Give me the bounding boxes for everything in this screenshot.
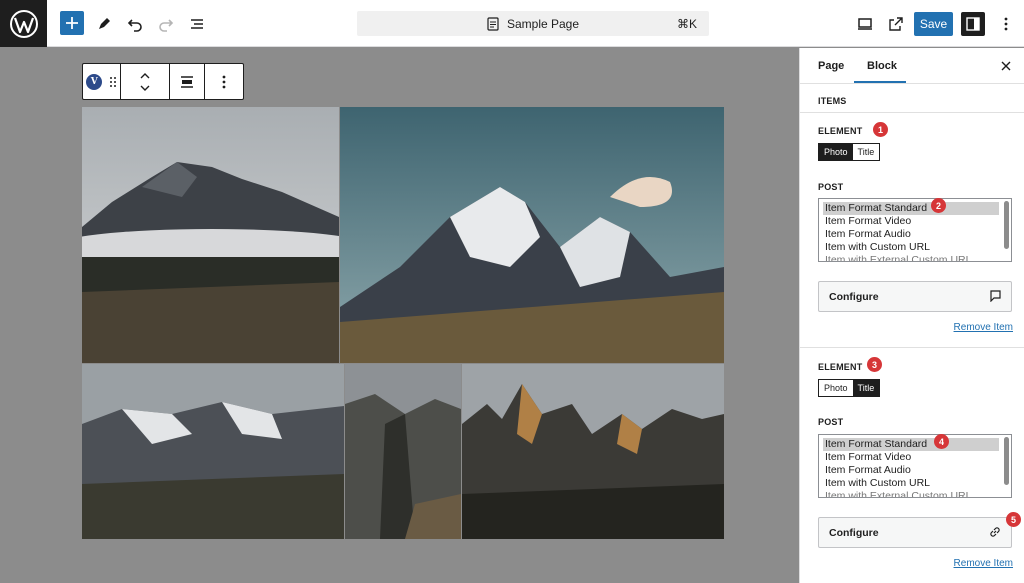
divider xyxy=(800,347,1024,348)
photo-gallery[interactable] xyxy=(82,107,724,539)
redo-button[interactable] xyxy=(153,11,178,36)
gallery-photo[interactable] xyxy=(82,107,339,363)
tab-page[interactable]: Page xyxy=(818,60,844,72)
gallery-photo[interactable] xyxy=(340,107,724,363)
post-option[interactable]: Item Format Video xyxy=(825,215,1005,228)
more-vertical-icon xyxy=(222,75,226,88)
list-view-icon xyxy=(190,18,203,29)
undo-icon xyxy=(127,18,142,32)
post-label: POST xyxy=(818,182,844,192)
post-option[interactable]: Item Format Standard xyxy=(823,202,999,215)
document-title: Sample Page xyxy=(506,16,580,31)
divider xyxy=(800,112,1024,113)
element-toggle: Photo Title xyxy=(818,379,881,397)
chevron-up-icon[interactable] xyxy=(140,72,150,79)
gallery-photo[interactable] xyxy=(345,364,461,539)
remove-item-link[interactable]: Remove Item xyxy=(954,322,1013,333)
add-block-button[interactable] xyxy=(60,11,84,35)
section-title: ITEMS xyxy=(818,96,847,106)
undo-button[interactable] xyxy=(122,11,147,36)
step-badge: 2 xyxy=(931,198,946,213)
post-option[interactable]: Item with External Custom URL xyxy=(825,490,1005,497)
settings-sidebar: Page Block ITEMS ELEMENT 1 Photo Title P… xyxy=(799,48,1024,583)
post-option[interactable]: Item with Custom URL xyxy=(825,241,1005,254)
post-select[interactable]: Item Format Standard Item Format Video I… xyxy=(818,198,1012,262)
configure-label: Configure xyxy=(829,290,879,303)
redo-icon xyxy=(158,18,173,32)
post-select[interactable]: Item Format Standard Item Format Video I… xyxy=(818,434,1012,498)
desktop-icon xyxy=(857,17,872,30)
element-label: ELEMENT xyxy=(818,362,863,372)
listbox-scrollbar[interactable] xyxy=(1004,201,1009,249)
save-button[interactable]: Save xyxy=(914,12,953,36)
view-page-button[interactable] xyxy=(883,11,908,36)
step-badge: 1 xyxy=(873,122,888,137)
post-label: POST xyxy=(818,417,844,427)
sidebar-tabs: Page Block xyxy=(800,48,1024,84)
block-settings-panel: ITEMS ELEMENT 1 Photo Title POST Item Fo… xyxy=(800,84,1024,583)
preview-button[interactable] xyxy=(852,11,877,36)
post-option[interactable]: Item Format Standard xyxy=(823,438,999,451)
close-icon xyxy=(1001,61,1011,71)
align-icon xyxy=(181,75,194,88)
active-tab-indicator xyxy=(854,81,906,83)
configure-label: Configure xyxy=(829,526,879,539)
chevron-down-icon[interactable] xyxy=(140,85,150,91)
step-badge: 4 xyxy=(934,434,949,449)
command-palette-bar[interactable]: Sample Page ⌘K xyxy=(357,11,709,36)
block-type-button[interactable]: V xyxy=(83,64,121,99)
post-option[interactable]: Item Format Video xyxy=(825,451,1005,464)
tab-block[interactable]: Block xyxy=(867,60,897,72)
align-button[interactable] xyxy=(170,64,206,99)
post-option[interactable]: Item Format Audio xyxy=(825,228,1005,241)
plus-icon xyxy=(66,17,78,29)
wordpress-logo-icon[interactable] xyxy=(0,0,47,47)
link-icon xyxy=(989,526,1001,538)
element-option-photo[interactable]: Photo xyxy=(819,380,853,396)
remove-item-link[interactable]: Remove Item xyxy=(954,558,1013,569)
sidebar-icon xyxy=(966,17,980,31)
gallery-photo[interactable] xyxy=(462,364,724,539)
options-menu-button[interactable] xyxy=(993,11,1018,36)
comment-icon xyxy=(989,290,1001,302)
editor-header: Sample Page ⌘K Save xyxy=(0,0,1024,47)
gallery-photo[interactable] xyxy=(82,364,344,539)
element-label: ELEMENT xyxy=(818,126,863,136)
element-option-title[interactable]: Title xyxy=(852,380,880,396)
move-buttons[interactable] xyxy=(121,64,170,99)
element-option-title[interactable]: Title xyxy=(852,144,880,160)
block-toolbar: V xyxy=(82,63,244,100)
post-option[interactable]: Item with Custom URL xyxy=(825,477,1005,490)
step-badge: 5 xyxy=(1006,512,1021,527)
configure-button[interactable]: Configure xyxy=(818,281,1012,312)
shortcut-hint: ⌘K xyxy=(676,16,697,31)
post-option[interactable]: Item Format Audio xyxy=(825,464,1005,477)
listbox-scrollbar[interactable] xyxy=(1004,437,1009,485)
post-option[interactable]: Item with External Custom URL xyxy=(825,254,1005,261)
step-badge: 3 xyxy=(867,357,882,372)
list-view-button[interactable] xyxy=(184,11,209,36)
document-icon xyxy=(487,16,499,31)
more-vertical-icon xyxy=(1004,17,1007,30)
pen-icon xyxy=(98,17,110,29)
block-options-button[interactable] xyxy=(205,64,243,99)
tools-button[interactable] xyxy=(91,11,116,36)
external-link-icon xyxy=(888,16,903,31)
drag-handle-icon[interactable] xyxy=(110,76,117,87)
close-sidebar-button[interactable] xyxy=(999,59,1013,73)
configure-button[interactable]: Configure xyxy=(818,517,1012,548)
element-toggle: Photo Title xyxy=(818,143,881,161)
element-option-photo[interactable]: Photo xyxy=(819,144,853,160)
block-badge: V xyxy=(86,73,103,90)
settings-toggle-button[interactable] xyxy=(961,12,985,36)
